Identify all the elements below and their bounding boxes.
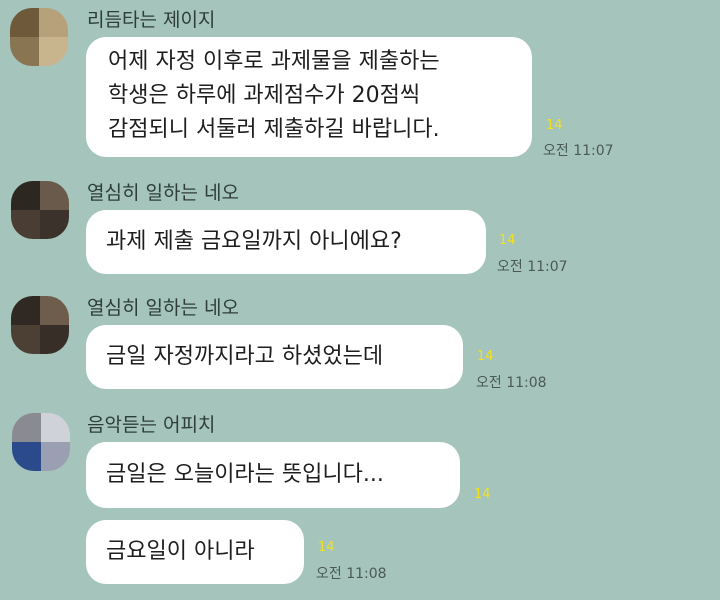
avatar-pixel	[12, 442, 41, 471]
message-text-line: 학생은 하루에 과제점수가 20점씩	[108, 83, 421, 108]
message-bubble[interactable]: 금일은 오늘이라는 뜻입니다...	[86, 442, 460, 508]
message-text-line: 금일 자정까지라고 하셨었는데	[106, 344, 384, 369]
unread-count: 14	[318, 540, 335, 555]
avatar-pixel	[40, 325, 69, 354]
avatar-pixel	[39, 37, 68, 66]
message-bubble[interactable]: 과제 제출 금요일까지 아니에요?	[86, 210, 486, 274]
avatar-pixel	[12, 413, 41, 442]
unread-count: 14	[474, 487, 491, 502]
avatar-pixel	[39, 8, 68, 37]
avatar-pixel	[11, 181, 40, 210]
message-text-line: 감점되니 서둘러 제출하길 바랍니다.	[108, 117, 440, 142]
avatar[interactable]	[12, 413, 70, 471]
sender-name: 리듬타는 제이지	[87, 9, 216, 31]
unread-count: 14	[477, 349, 494, 364]
avatar-pixel	[11, 325, 40, 354]
avatar-pixel	[11, 296, 40, 325]
avatar-pixel	[41, 442, 70, 471]
message-time: 오전 11:07	[497, 259, 568, 275]
avatar[interactable]	[11, 296, 69, 354]
message-time: 오전 11:07	[543, 143, 614, 159]
avatar-pixel	[11, 210, 40, 239]
sender-name: 열심히 일하는 네오	[87, 297, 239, 319]
avatar-pixel	[40, 296, 69, 325]
message-text-line: 과제 제출 금요일까지 아니에요?	[106, 229, 402, 254]
message-time: 오전 11:08	[476, 375, 547, 391]
sender-name: 열심히 일하는 네오	[87, 182, 239, 204]
unread-count: 14	[546, 118, 563, 133]
avatar-pixel	[10, 37, 39, 66]
message-bubble[interactable]: 금요일이 아니라	[86, 520, 304, 584]
avatar-pixel	[40, 181, 69, 210]
avatar-pixel	[40, 210, 69, 239]
message-bubble[interactable]: 금일 자정까지라고 하셨었는데	[86, 325, 463, 389]
avatar-pixel	[10, 8, 39, 37]
avatar[interactable]	[10, 8, 68, 66]
sender-name: 음악듣는 어피치	[87, 414, 216, 436]
message-bubble[interactable]: 어제 자정 이후로 과제물을 제출하는 학생은 하루에 과제점수가 20점씩 감…	[86, 37, 532, 157]
message-text-line: 어제 자정 이후로 과제물을 제출하는	[108, 49, 440, 74]
avatar[interactable]	[11, 181, 69, 239]
unread-count: 14	[499, 233, 516, 248]
message-time: 오전 11:08	[316, 566, 387, 582]
message-text-line: 금요일이 아니라	[106, 539, 255, 564]
avatar-pixel	[41, 413, 70, 442]
message-text-line: 금일은 오늘이라는 뜻입니다...	[106, 462, 384, 487]
